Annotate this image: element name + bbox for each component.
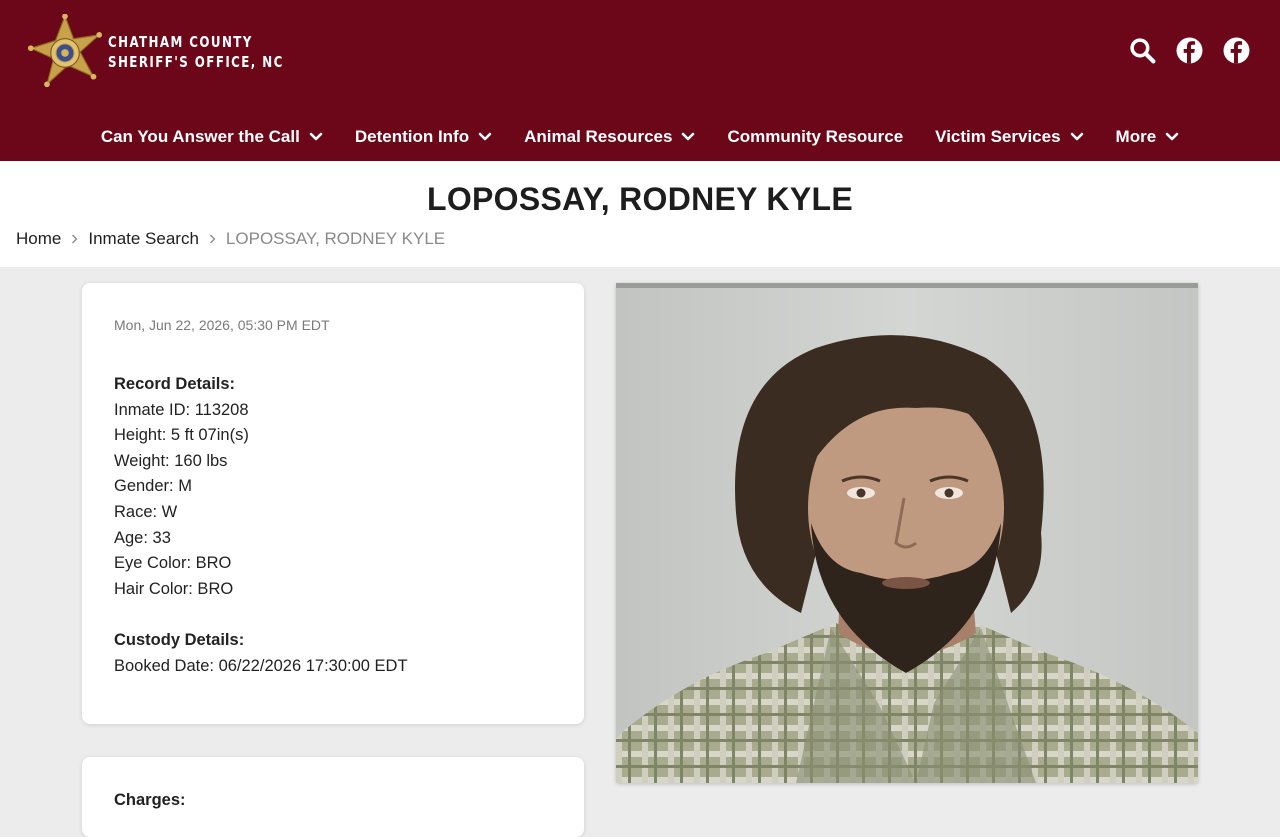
- nav-item-detention-info[interactable]: Detention Info: [355, 127, 492, 147]
- inmate-photo: [616, 283, 1198, 783]
- hair-color: Hair Color: BRO: [114, 579, 234, 598]
- main-nav: Can You Answer the Call Detention Info A…: [0, 120, 1280, 154]
- nav-item-victim-services[interactable]: Victim Services: [935, 127, 1083, 147]
- chevron-down-icon: [1165, 132, 1179, 141]
- charges-card: Charges:: [82, 757, 584, 837]
- chevron-down-icon: [1070, 132, 1083, 141]
- breadcrumb-current: LOPOSSAY, RODNEY KYLE: [225, 229, 446, 248]
- custody-details-heading: Custody Details:: [114, 631, 245, 650]
- age: Age: 33: [114, 528, 171, 547]
- nav-item-animal-resources[interactable]: Animal Resources: [524, 127, 695, 147]
- org-name-line2: SHERIFF'S OFFICE, NC: [108, 53, 284, 71]
- breadcrumb-inmate-search[interactable]: Inmate Search: [88, 229, 199, 249]
- chevron-right-icon: [209, 234, 216, 244]
- site-logo[interactable]: CHATHAM COUNTY SHERIFF'S OFFICE, NC: [26, 14, 308, 90]
- site-header: CHATHAM COUNTY SHERIFF'S OFFICE, NC Can …: [0, 0, 1280, 161]
- record-card: Mon, Jun 22, 2026, 05:30 PM EDT Record D…: [82, 283, 584, 724]
- record-timestamp: Mon, Jun 22, 2026, 05:30 PM EDT: [114, 317, 330, 333]
- race: Race: W: [114, 502, 178, 521]
- facebook-icon[interactable]: [1223, 37, 1250, 64]
- breadcrumb-home[interactable]: Home: [16, 229, 61, 249]
- mugshot-image: [616, 283, 1198, 783]
- search-icon[interactable]: [1129, 37, 1156, 64]
- chevron-right-icon: [72, 234, 78, 244]
- nav-item-answer-the-call[interactable]: Can You Answer the Call: [101, 127, 323, 147]
- org-name-line1: CHATHAM COUNTY: [108, 33, 253, 51]
- page-title: LOPOSSAY, RODNEY KYLE: [427, 181, 853, 217]
- breadcrumb: Home Inmate Search LOPOSSAY, RODNEY KYLE: [16, 229, 445, 249]
- chevron-down-icon: [682, 132, 695, 141]
- chevron-down-icon: [309, 132, 323, 141]
- eye-color: Eye Color: BRO: [114, 554, 232, 573]
- nav-item-community-resource[interactable]: Community Resource: [727, 127, 903, 147]
- nav-item-more[interactable]: More: [1116, 127, 1180, 147]
- sheriff-star-badge-icon: [27, 14, 103, 88]
- height: Height: 5 ft 07in(s): [114, 426, 249, 445]
- page-title-band: LOPOSSAY, RODNEY KYLE Home Inmate Search…: [0, 161, 1280, 267]
- gender: Gender: M: [114, 477, 192, 496]
- charges-heading: Charges:: [114, 791, 186, 809]
- chevron-down-icon: [478, 132, 492, 141]
- facebook-icon[interactable]: [1176, 37, 1203, 64]
- booked-date: Booked Date: 06/22/2026 17:30:00 EDT: [114, 656, 408, 675]
- record-details-heading: Record Details:: [114, 375, 236, 393]
- record-details: Record Details: Inmate ID: 113208 Height…: [114, 372, 408, 680]
- weight: Weight: 160 lbs: [114, 451, 228, 470]
- inmate-id: Inmate ID: 113208: [114, 400, 249, 419]
